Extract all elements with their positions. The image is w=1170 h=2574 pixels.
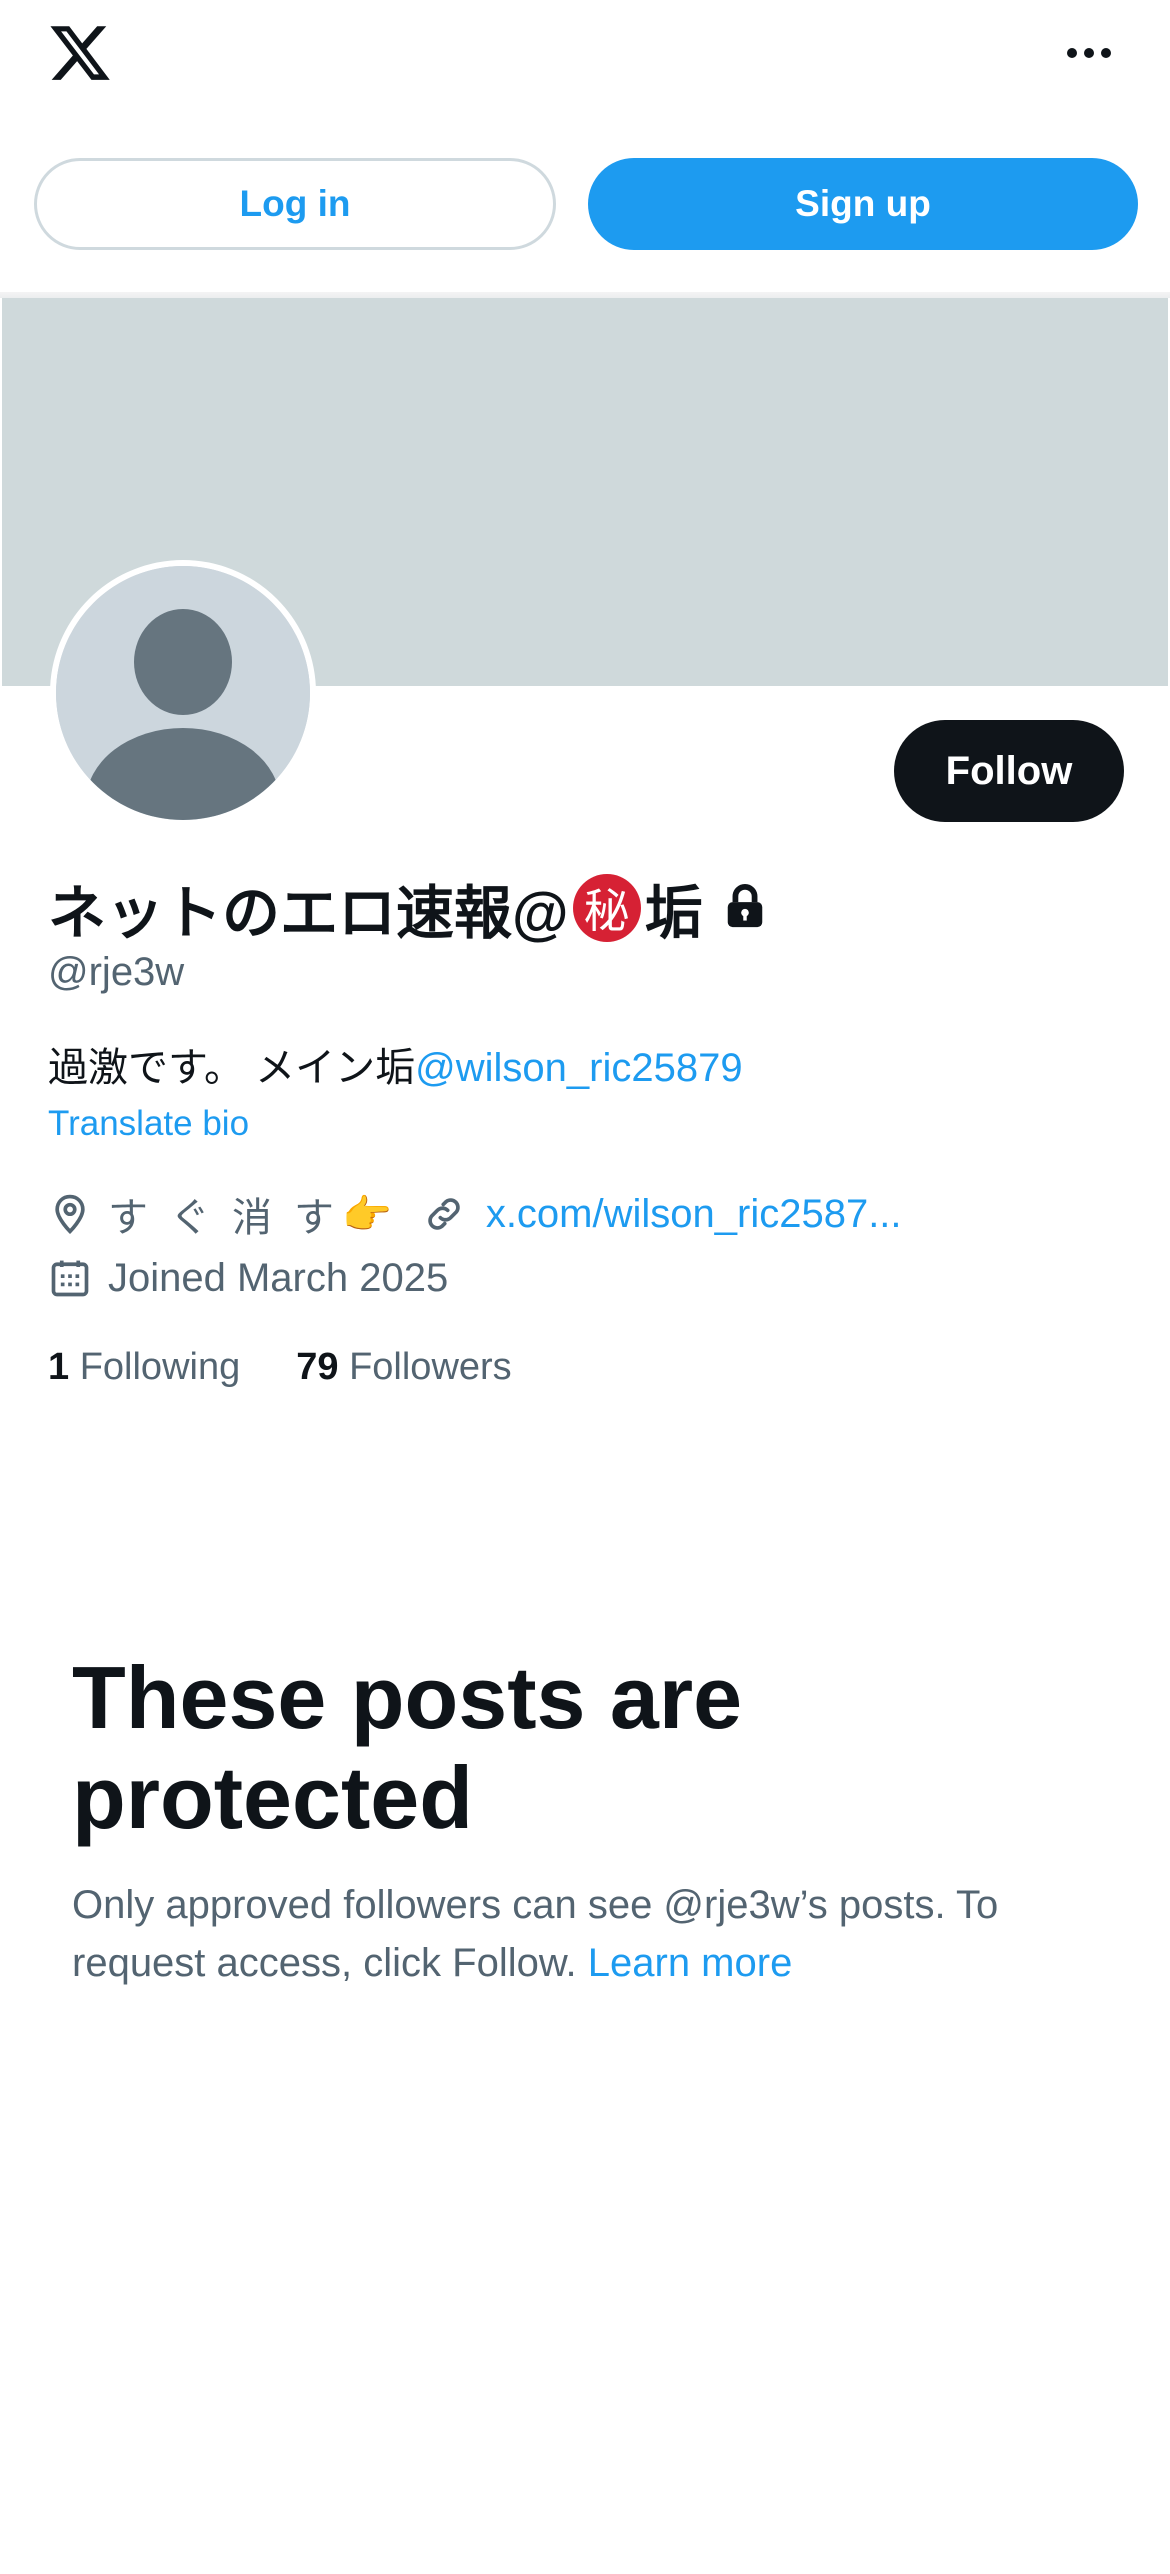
followers-link[interactable]: 79 Followers [296,1346,511,1389]
calendar-icon [51,1260,89,1297]
website-link[interactable]: x.com/wilson_ric2587... [486,1192,902,1237]
lock-icon [727,883,762,928]
more-options-button[interactable] [1052,18,1126,88]
x-logo-icon[interactable] [46,20,114,86]
location-text: すぐ消す [108,1196,356,1240]
protected-body-text: Only approved followers can see @rje3w’s… [72,1883,999,1985]
follow-button[interactable]: Follow [894,720,1124,822]
link-icon [428,1198,460,1230]
profile-meta-location-website: すぐ消す 👉 x.com/wilson_ric2587... [48,1184,902,1244]
secret-badge-icon: 秘 [572,874,641,942]
login-button[interactable]: Log in [34,158,556,250]
protected-title: These posts are protected [72,1648,743,1847]
top-bar [0,0,1170,140]
followers-label: Followers [349,1346,512,1388]
profile-page: Log in Sign up Follow ネットのエロ速報@ 秘 垢 @rje… [0,0,1170,2574]
display-name-text: ネットのエロ速報@ [48,881,569,946]
display-name-suffix: 垢 [644,881,703,946]
translate-bio-link[interactable]: Translate bio [48,1104,249,1144]
follow-stats: 1 Following 79 Followers [48,1346,568,1389]
following-label: Following [79,1346,241,1388]
protected-description: Only approved followers can see @rje3w’s… [72,1876,1112,1992]
following-count: 1 [48,1346,70,1388]
auth-buttons: Log in Sign up [0,158,1170,252]
location-pin-icon [55,1194,85,1235]
more-horizontal-icon [1067,48,1111,58]
joined-date: Joined March 2025 [108,1255,449,1300]
bio-text: 過激です。 メイン垢 [48,1046,416,1090]
default-avatar-icon [56,566,310,820]
profile-meta-joined: Joined March 2025 [48,1248,448,1308]
following-link[interactable]: 1 Following [48,1346,240,1389]
bio-mention-link[interactable]: @wilson_ric25879 [415,1046,742,1090]
learn-more-link[interactable]: Learn more [588,1941,793,1985]
pointing-hand-icon: 👉 [342,1192,392,1237]
signup-button[interactable]: Sign up [588,158,1138,250]
avatar[interactable] [50,560,316,826]
user-handle: @rje3w [48,950,185,994]
display-name: ネットのエロ速報@ 秘 垢 [48,868,765,948]
bio: 過激です。 メイン垢@wilson_ric25879 [48,1035,743,1093]
followers-count: 79 [296,1346,339,1388]
